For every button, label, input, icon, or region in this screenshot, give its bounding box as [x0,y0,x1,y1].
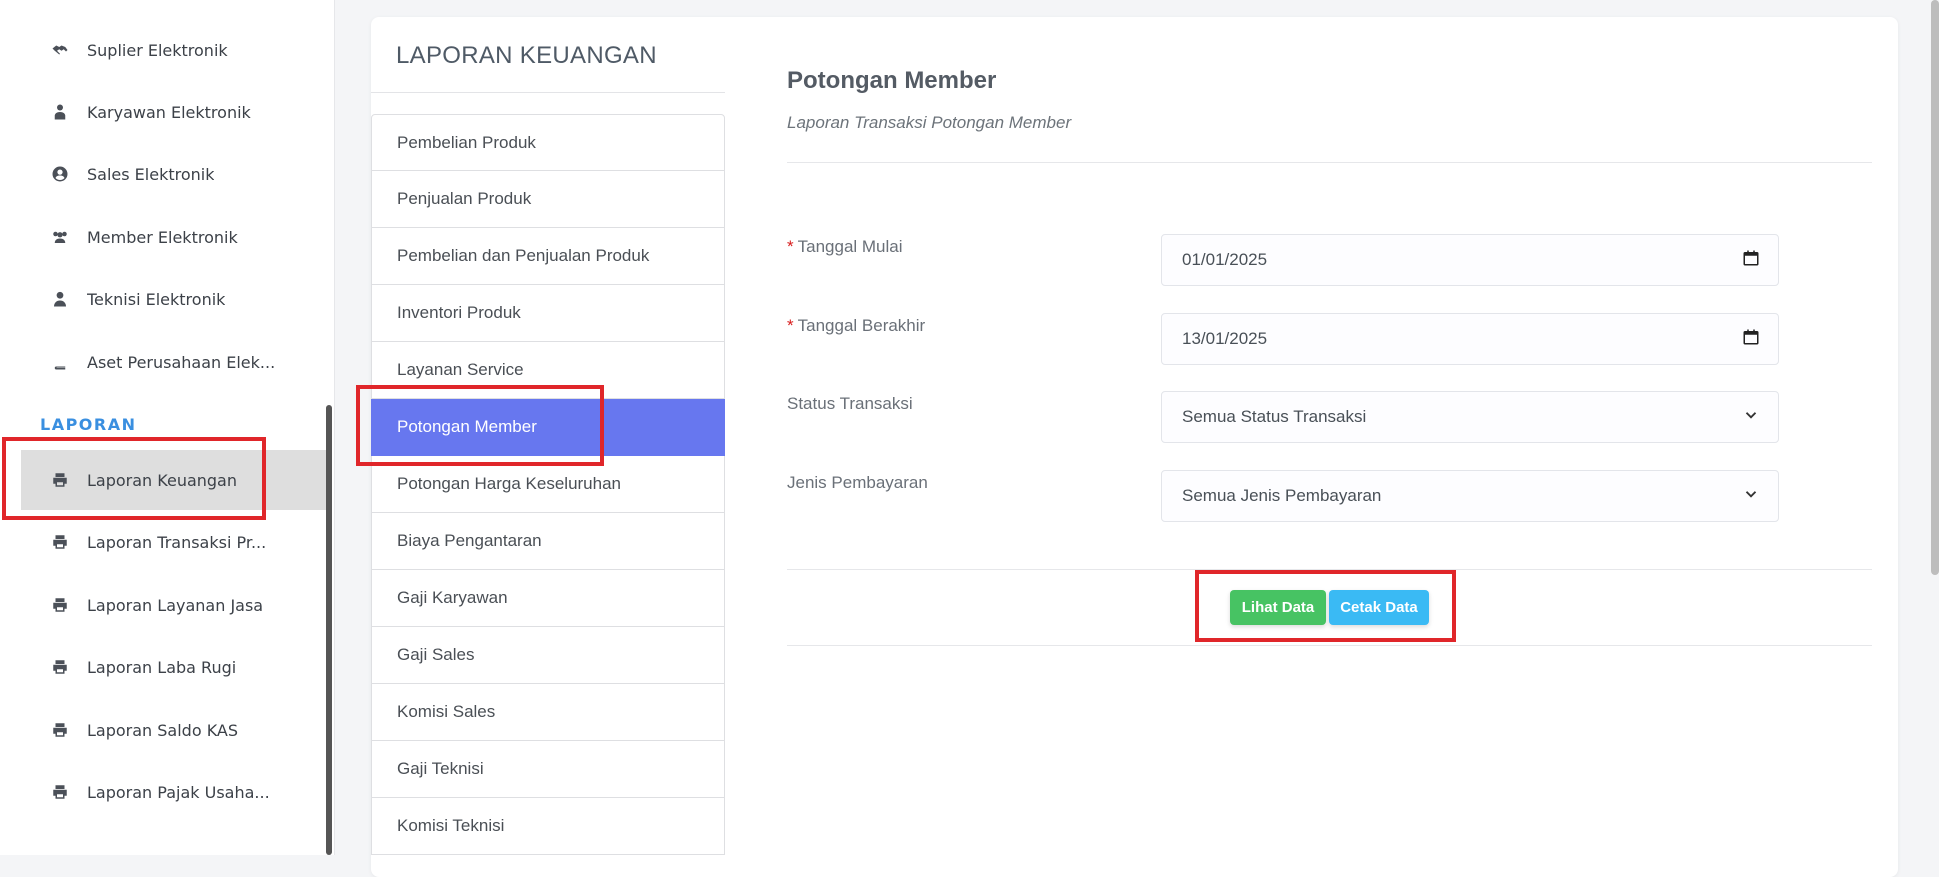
report-menu-item[interactable]: Layanan Service [371,342,725,399]
sidebar-item-laporan-pajak[interactable]: Laporan Pajak Usaha... [21,762,326,822]
sidebar-item-label: Karyawan Elektronik [87,102,251,122]
end-date-input[interactable]: 13/01/2025 [1161,313,1779,365]
report-menu-item[interactable]: Pembelian Produk [371,114,725,171]
chevron-down-icon [1742,485,1760,508]
view-data-button[interactable]: Lihat Data [1230,590,1326,625]
print-data-button[interactable]: Cetak Data [1329,590,1429,625]
report-menu-item-active[interactable]: Potongan Member [371,399,725,456]
status-label: Status Transaksi [787,394,913,413]
divider [371,92,725,93]
sidebar-item-laporan-saldo-kas[interactable]: Laporan Saldo KAS [21,700,326,760]
print-icon [49,469,71,491]
print-icon [49,781,71,803]
calendar-icon[interactable] [1742,249,1760,272]
status-select[interactable]: Semua Status Transaksi [1161,391,1779,443]
divider [787,569,1872,570]
book-icon [49,351,71,373]
payment-label: Jenis Pembayaran [787,473,928,492]
sidebar-item-label: Member Elektronik [87,227,238,247]
report-menu-item[interactable]: Gaji Teknisi [371,741,725,798]
status-select-value: Semua Status Transaksi [1182,407,1367,426]
report-menu-item[interactable]: Komisi Teknisi [371,798,725,855]
sidebar-item-label: Laporan Pajak Usaha... [87,782,270,802]
print-icon [49,719,71,741]
sidebar-item-suplier[interactable]: Suplier Elektronik [21,20,326,80]
form-subtitle: Laporan Transaksi Potongan Member [787,113,1072,132]
end-date-label-text: Tanggal Berakhir [797,316,926,335]
report-title: LAPORAN KEUANGAN [396,42,657,69]
report-menu-item[interactable]: Gaji Sales [371,627,725,684]
sidebar-item-label: Laporan Laba Rugi [87,657,237,677]
sidebar-scrollbar[interactable] [326,405,332,855]
sidebar-item-laporan-transaksi[interactable]: Laporan Transaksi Pr... [21,512,326,572]
report-menu-item[interactable]: Komisi Sales [371,684,725,741]
sidebar-item-label: Laporan Transaksi Pr... [87,532,267,552]
page-scrollbar[interactable] [1931,0,1939,575]
print-icon [49,531,71,553]
report-menu-item[interactable]: Gaji Karyawan [371,570,725,627]
end-date-label: * Tanggal Berakhir [787,316,925,336]
sidebar-item-label: Laporan Saldo KAS [87,720,239,740]
sidebar-item-laporan-layanan[interactable]: Laporan Layanan Jasa [21,575,326,635]
sidebar-item-label: Teknisi Elektronik [87,289,226,309]
sidebar-item-label: Laporan Layanan Jasa [87,595,264,615]
start-date-label-text: Tanggal Mulai [797,237,903,256]
user-circle-icon [49,163,71,185]
report-menu-item[interactable]: Pembelian dan Penjualan Produk [371,228,725,285]
users-icon [49,226,71,248]
report-card: LAPORAN KEUANGAN Pembelian Produk Penjua… [371,17,1898,877]
required-mark: * [787,316,794,335]
chevron-down-icon [1742,406,1760,429]
print-icon [49,656,71,678]
form-title: Potongan Member [787,67,997,94]
start-date-label: * Tanggal Mulai [787,237,903,257]
sidebar-item-karyawan[interactable]: Karyawan Elektronik [21,82,326,142]
payment-select-value: Semua Jenis Pembayaran [1182,486,1382,505]
required-mark: * [787,237,794,256]
user-icon [49,288,71,310]
divider [787,645,1872,646]
divider [787,162,1872,163]
report-menu-item[interactable]: Biaya Pengantaran [371,513,725,570]
sidebar-item-label: Suplier Elektronik [87,40,228,60]
handshake-icon [49,39,71,61]
report-menu-item[interactable]: Potongan Harga Keseluruhan [371,456,725,513]
start-date-input[interactable]: 01/01/2025 [1161,234,1779,286]
sidebar-item-laporan-laba-rugi[interactable]: Laporan Laba Rugi [21,637,326,697]
sidebar-item-teknisi[interactable]: Teknisi Elektronik [21,269,326,329]
sidebar: Suplier Elektronik Karyawan Elektronik S… [0,0,335,855]
start-date-value: 01/01/2025 [1182,250,1268,269]
sidebar-item-sales[interactable]: Sales Elektronik [21,144,326,204]
print-icon [49,594,71,616]
payment-select[interactable]: Semua Jenis Pembayaran [1161,470,1779,522]
calendar-icon[interactable] [1742,328,1760,351]
sidebar-item-member[interactable]: Member Elektronik [21,207,326,267]
sidebar-item-label: Sales Elektronik [87,164,215,184]
sidebar-item-label: Aset Perusahaan Elek... [87,352,276,372]
sidebar-item-label: Laporan Keuangan [87,470,237,490]
report-menu-item[interactable]: Inventori Produk [371,285,725,342]
report-menu-item[interactable]: Penjualan Produk [371,171,725,228]
sidebar-item-laporan-keuangan[interactable]: Laporan Keuangan [21,450,326,510]
end-date-value: 13/01/2025 [1182,329,1268,348]
user-tie-icon [49,101,71,123]
sidebar-item-aset[interactable]: Aset Perusahaan Elek... [21,332,326,392]
sidebar-section-title: LAPORAN [40,415,137,434]
